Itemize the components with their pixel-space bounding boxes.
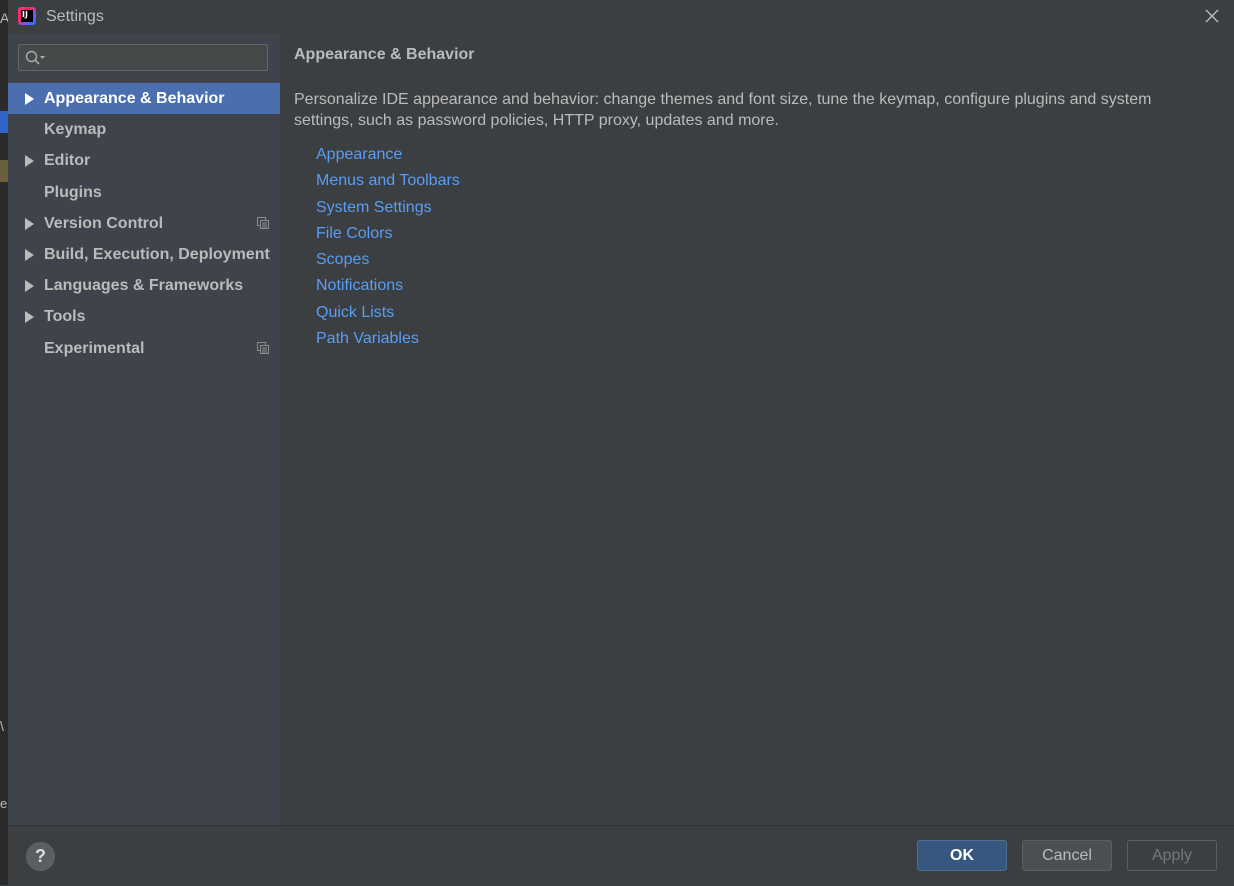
sidebar-item-experimental[interactable]: Experimental	[8, 333, 280, 364]
sidebar-item-label: Tools	[44, 308, 86, 326]
dialog-footer: ? OK Cancel Apply	[8, 825, 1234, 886]
search-icon	[25, 50, 45, 65]
expand-arrow-icon[interactable]	[25, 155, 34, 168]
background-ide-text: e	[0, 796, 8, 811]
settings-dialog: IJ Settings Appearance & Behavior Keymap…	[8, 0, 1234, 886]
search-input[interactable]	[49, 47, 263, 70]
apply-button[interactable]: Apply	[1127, 840, 1217, 871]
sidebar-item-appearance-behavior[interactable]: Appearance & Behavior	[8, 83, 280, 115]
ok-button[interactable]: OK	[917, 840, 1007, 871]
sidebar-item-label: Plugins	[44, 183, 102, 201]
sidebar-item-label: Editor	[44, 152, 91, 170]
expand-arrow-icon[interactable]	[25, 311, 34, 324]
background-ide-marker	[0, 160, 8, 182]
expand-arrow-icon[interactable]	[25, 217, 34, 230]
close-button[interactable]	[1202, 6, 1222, 26]
page-description: Personalize IDE appearance and behavior:…	[294, 91, 1152, 129]
link-file-colors[interactable]: File Colors	[316, 221, 460, 247]
title-bar: IJ Settings	[8, 0, 1234, 34]
settings-tree: Appearance & Behavior Keymap Editor Plug…	[8, 83, 280, 364]
sidebar-item-tools[interactable]: Tools	[8, 301, 280, 332]
link-menus-and-toolbars[interactable]: Menus and Toolbars	[316, 168, 460, 194]
sidebar-item-label: Build, Execution, Deployment	[44, 245, 270, 263]
intellij-app-icon: IJ	[18, 7, 36, 25]
expand-arrow-icon[interactable]	[25, 280, 34, 293]
close-icon	[1205, 9, 1219, 23]
sidebar-item-editor[interactable]: Editor	[8, 145, 280, 176]
search-box[interactable]	[18, 44, 268, 71]
sidebar-item-languages-frameworks[interactable]: Languages & Frameworks	[8, 270, 280, 301]
link-system-settings[interactable]: System Settings	[316, 195, 460, 221]
sidebar-item-label: Appearance & Behavior	[44, 90, 225, 107]
help-button[interactable]: ?	[26, 842, 55, 871]
help-icon: ?	[35, 846, 46, 866]
sidebar-item-label: Version Control	[44, 214, 164, 232]
expand-arrow-icon[interactable]	[25, 93, 34, 105]
project-settings-icon	[257, 341, 269, 354]
link-scopes[interactable]: Scopes	[316, 247, 460, 273]
link-appearance[interactable]: Appearance	[316, 142, 460, 168]
link-path-variables[interactable]: Path Variables	[316, 326, 460, 352]
window-title: Settings	[46, 8, 104, 25]
sidebar-item-keymap[interactable]: Keymap	[8, 114, 280, 145]
sidebar-item-label: Keymap	[44, 121, 107, 139]
background-ide-text: \	[0, 718, 4, 734]
cancel-button[interactable]: Cancel	[1022, 840, 1112, 871]
project-settings-icon	[257, 216, 269, 229]
sidebar-item-build-execution-deployment[interactable]: Build, Execution, Deployment	[8, 239, 280, 270]
subsection-links: Appearance Menus and Toolbars System Set…	[316, 142, 460, 352]
link-notifications[interactable]: Notifications	[316, 273, 460, 299]
expand-arrow-icon[interactable]	[25, 248, 34, 261]
background-ide-highlight	[0, 111, 8, 133]
page-title: Appearance & Behavior	[294, 46, 475, 63]
sidebar-item-version-control[interactable]: Version Control	[8, 208, 280, 239]
link-quick-lists[interactable]: Quick Lists	[316, 300, 460, 326]
sidebar-item-label: Languages & Frameworks	[44, 277, 244, 295]
settings-sidebar: Appearance & Behavior Keymap Editor Plug…	[8, 34, 280, 825]
background-ide-window: A \ e	[0, 0, 9, 885]
sidebar-item-label: Experimental	[44, 339, 145, 357]
sidebar-item-plugins[interactable]: Plugins	[8, 177, 280, 208]
